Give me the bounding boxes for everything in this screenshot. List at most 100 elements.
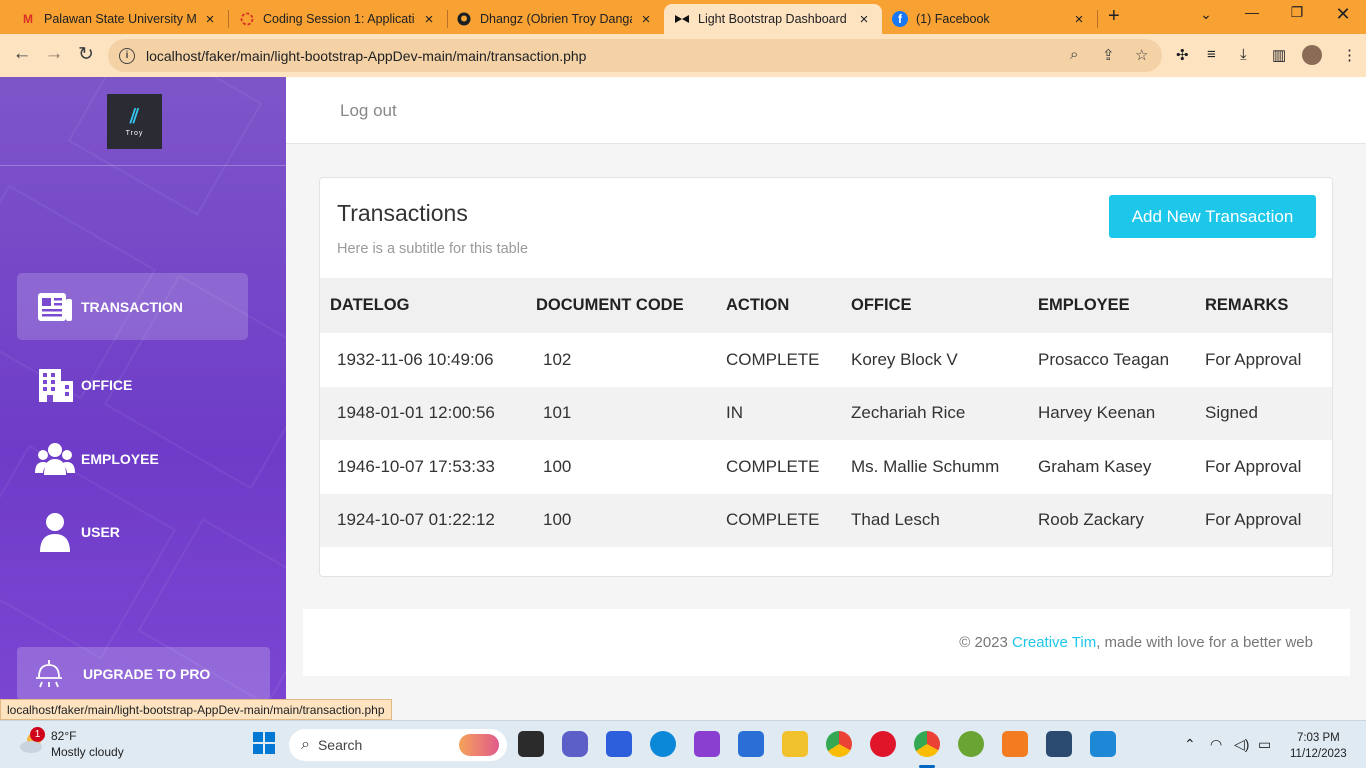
clock-time: 7:03 PM (1296, 732, 1340, 744)
transactions-table: DATELOG DOCUMENT CODE ACTION OFFICE EMPL… (320, 278, 1332, 547)
close-tab-icon[interactable]: × (638, 11, 654, 28)
edge-icon[interactable] (650, 731, 676, 757)
table-cell: For Approval (1205, 456, 1302, 476)
side-panel-icon[interactable]: ▥ (1272, 46, 1286, 64)
vscode-icon[interactable] (1090, 731, 1116, 757)
xampp-icon[interactable] (1002, 731, 1028, 757)
clipchamp-icon[interactable] (694, 731, 720, 757)
brand-logo[interactable]: ⫽ Troy (107, 94, 162, 149)
share-icon[interactable]: ⇪ (1102, 46, 1115, 64)
browser-toolbar: ← → ↻ i localhost/faker/main/light-boots… (0, 34, 1366, 77)
table-header-row: DATELOG DOCUMENT CODE ACTION OFFICE EMPL… (320, 278, 1332, 333)
wifi-icon[interactable]: ◠ (1210, 736, 1222, 753)
building-icon (35, 367, 75, 403)
table-cell: 1946-10-07 17:53:33 (337, 456, 495, 476)
system-clock[interactable]: 7:03 PM 11/12/2023 (1290, 730, 1347, 762)
extensions-icon[interactable]: ✣ (1176, 46, 1189, 64)
table-cell: 100 (543, 456, 572, 476)
table-cell: 101 (543, 403, 572, 423)
table-row[interactable]: 1932-11-06 10:49:06 102 COMPLETE Korey B… (320, 333, 1332, 387)
upgrade-button[interactable]: UPGRADE TO PRO (17, 647, 270, 700)
cloud-icon: 1 (18, 727, 46, 756)
forward-icon[interactable]: → (42, 43, 66, 65)
sidebar-item-label: OFFICE (81, 376, 133, 393)
menu-icon[interactable]: ⋮ (1342, 46, 1357, 64)
add-transaction-button[interactable]: Add New Transaction (1109, 195, 1316, 238)
users-icon (35, 442, 75, 476)
taskbar-search[interactable]: ⌕ Search (289, 729, 507, 761)
table-cell: For Approval (1205, 510, 1302, 530)
file-explorer-icon[interactable] (782, 731, 808, 757)
logout-link[interactable]: Log out (340, 101, 397, 121)
chrome-icon[interactable] (826, 731, 852, 757)
table-cell: 1932-11-06 10:49:06 (337, 349, 494, 369)
browser-tab[interactable]: f (1) Facebook × (882, 4, 1097, 34)
close-tab-icon[interactable]: × (1071, 11, 1087, 28)
browser-tab-active[interactable]: Light Bootstrap Dashboard - × (664, 4, 882, 34)
column-header: OFFICE (851, 296, 912, 314)
weather-widget[interactable]: 1 82°F Mostly cloudy (18, 727, 124, 760)
search-highlight-icon (459, 734, 499, 756)
battery-icon[interactable]: ▭ (1258, 736, 1271, 753)
creative-tim-link[interactable]: Creative Tim (1012, 634, 1096, 651)
table-row[interactable]: 1924-10-07 01:22:12 100 COMPLETE Thad Le… (320, 493, 1332, 547)
browser-tab[interactable]: Dhangz (Obrien Troy Danga × (446, 4, 664, 34)
sidebar-item-office[interactable]: OFFICE (17, 351, 248, 418)
utorrent-icon[interactable] (958, 731, 984, 757)
reload-icon[interactable]: ↻ (74, 43, 98, 66)
volume-icon[interactable]: ◁) (1234, 736, 1249, 753)
maximize-icon[interactable]: ❐ (1277, 4, 1317, 21)
card-title: Transactions (337, 200, 468, 226)
tab-title: (1) Facebook (916, 12, 990, 26)
chrome-active-icon[interactable] (914, 731, 940, 757)
table-cell: COMPLETE (726, 349, 820, 369)
close-tab-icon[interactable]: × (856, 11, 872, 28)
copyright-suffix: , made with love for a better web (1096, 634, 1313, 651)
download-icon[interactable]: ⤓ (1240, 46, 1247, 63)
bootstrap-icon (674, 11, 690, 27)
profile-avatar[interactable] (1302, 45, 1322, 65)
new-tab-icon[interactable]: + (1108, 5, 1120, 28)
minimize-icon[interactable]: — (1232, 4, 1272, 20)
sidebar-item-user[interactable]: USER (17, 498, 248, 565)
meet-icon[interactable] (562, 731, 588, 757)
browser-tab[interactable]: Coding Session 1: Applicatio × (229, 4, 447, 34)
browser-tab[interactable]: M Palawan State University Ma × (10, 4, 228, 34)
table-cell: COMPLETE (726, 456, 820, 476)
windows-start-icon[interactable] (252, 731, 278, 757)
close-tab-icon[interactable]: × (421, 11, 437, 28)
sidebar: ⫽ Troy TRANSACTION OFFICE EMPLOYEE USER … (0, 77, 286, 700)
document-icon (35, 291, 75, 323)
table-row[interactable]: 1946-10-07 17:53:33 100 COMPLETE Ms. Mal… (320, 440, 1332, 494)
back-icon[interactable]: ← (10, 43, 34, 65)
close-tab-icon[interactable]: × (202, 11, 218, 28)
url-text[interactable]: localhost/faker/main/light-bootstrap-App… (146, 48, 586, 64)
sidebar-item-transaction[interactable]: TRANSACTION (17, 273, 248, 340)
opera-icon[interactable] (870, 731, 896, 757)
task-view-icon[interactable] (518, 731, 544, 757)
browser-tab-bar: M Palawan State University Ma × Coding S… (0, 0, 1366, 34)
sql-icon[interactable] (1046, 731, 1072, 757)
loading-icon (239, 11, 255, 27)
bookmark-star-icon[interactable]: ☆ (1135, 46, 1148, 64)
windows-taskbar: 1 82°F Mostly cloudy ⌕ Search ⌃ ◠ ◁) ▭ 7… (0, 720, 1366, 768)
table-row[interactable]: 1948-01-01 12:00:56 101 IN Zechariah Ric… (320, 386, 1332, 440)
transactions-card: Transactions Here is a subtitle for this… (319, 177, 1333, 577)
zoom-icon[interactable]: ⌕ (1070, 46, 1078, 63)
column-header: ACTION (726, 296, 790, 314)
link-status-bar: localhost/faker/main/light-bootstrap-App… (0, 699, 392, 720)
info-icon[interactable]: i (119, 47, 135, 64)
tab-search-icon[interactable]: ⌄ (1186, 6, 1226, 23)
close-window-icon[interactable]: ✕ (1323, 4, 1363, 25)
temperature: 82°F (51, 729, 77, 743)
vpn-icon[interactable] (606, 731, 632, 757)
chevron-up-icon[interactable]: ⌃ (1184, 736, 1196, 753)
media-icon[interactable]: ≡ (1207, 46, 1216, 63)
table-cell: IN (726, 403, 743, 423)
table-cell: Prosacco Teagan (1038, 349, 1170, 369)
sidebar-item-employee[interactable]: EMPLOYEE (17, 425, 248, 492)
rocket-icon (33, 659, 65, 689)
store-icon[interactable] (738, 731, 764, 757)
sidebar-item-label: EMPLOYEE (81, 450, 159, 467)
address-bar[interactable]: i localhost/faker/main/light-bootstrap-A… (108, 39, 1162, 72)
